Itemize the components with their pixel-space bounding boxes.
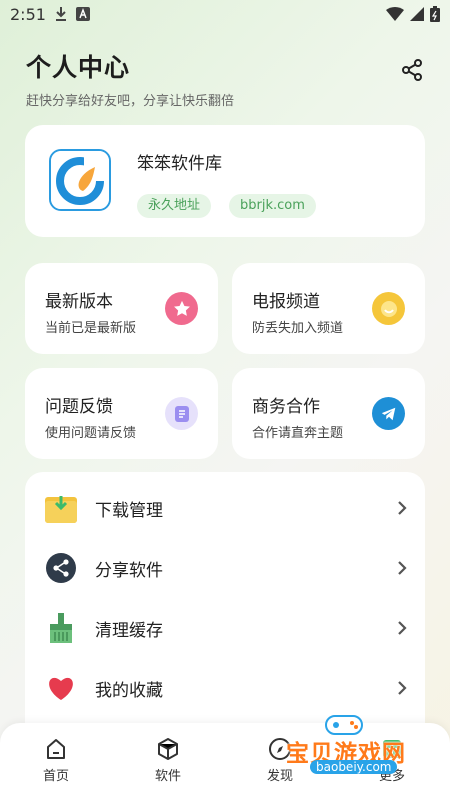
tile-subtitle: 使用问题请反馈	[45, 426, 137, 441]
app-logo	[49, 149, 111, 211]
broom-icon	[45, 612, 77, 644]
watermark: 宝贝游戏网 baobeiy.com	[280, 712, 420, 800]
tile-title: 问题反馈	[45, 397, 113, 417]
tile-feedback[interactable]: 问题反馈 使用问题请反馈	[25, 368, 218, 459]
font-status-icon	[75, 7, 90, 21]
page-title: 个人中心	[26, 53, 131, 82]
watermark-url: baobeiy.com	[310, 760, 398, 774]
menu-item-label: 下载管理	[95, 500, 163, 521]
download-status-icon	[55, 7, 66, 21]
tab-software[interactable]: 软件	[138, 737, 198, 784]
signal-icon	[410, 7, 424, 21]
tile-title: 商务合作	[252, 397, 320, 417]
cube-icon	[158, 738, 178, 760]
battery-icon	[430, 6, 440, 22]
page-header: 个人中心 赶快分享给好友吧，分享让快乐翻倍	[26, 48, 234, 109]
chevron-right-icon	[398, 681, 407, 695]
gamepad-icon	[325, 715, 363, 735]
star-badge-icon	[165, 292, 198, 325]
menu-item-label: 清理缓存	[95, 620, 163, 641]
status-time: 2:51	[10, 4, 46, 24]
tab-label: 软件	[154, 769, 181, 784]
download-folder-icon	[45, 492, 77, 524]
tile-telegram-channel[interactable]: 电报频道 防丢失加入频道	[232, 263, 425, 354]
app-info-card[interactable]: 笨笨软件库 永久地址 bbrjk.com	[25, 125, 425, 237]
tile-title: 电报频道	[252, 292, 320, 312]
page-subtitle: 赶快分享给好友吧，分享让快乐翻倍	[26, 94, 235, 109]
telegram-icon	[372, 397, 405, 430]
chevron-right-icon	[398, 561, 407, 575]
share-icon[interactable]	[400, 58, 424, 82]
tab-label: 首页	[42, 769, 69, 784]
tag-domain: bbrjk.com	[229, 194, 316, 218]
home-icon	[47, 739, 65, 759]
tile-subtitle: 当前已是最新版	[45, 321, 137, 336]
chevron-right-icon	[398, 621, 407, 635]
menu-item-download[interactable]: 下载管理	[25, 478, 425, 538]
menu-item-favorites[interactable]: 我的收藏	[25, 658, 425, 718]
tile-title: 最新版本	[45, 292, 113, 312]
tile-business[interactable]: 商务合作 合作请直奔主题	[232, 368, 425, 459]
menu-item-clear-cache[interactable]: 清理缓存	[25, 598, 425, 658]
heart-icon	[45, 672, 77, 704]
wifi-icon	[386, 7, 404, 21]
tile-latest-version[interactable]: 最新版本 当前已是最新版	[25, 263, 218, 354]
menu-item-share[interactable]: 分享软件	[25, 538, 425, 598]
app-name: 笨笨软件库	[137, 154, 222, 174]
feedback-icon	[165, 397, 198, 430]
tab-home[interactable]: 首页	[26, 737, 86, 784]
tile-subtitle: 防丢失加入频道	[252, 321, 344, 336]
smile-badge-icon	[372, 292, 405, 325]
status-bar: 2:51	[0, 0, 450, 28]
tile-subtitle: 合作请直奔主题	[252, 426, 344, 441]
share-icon	[45, 552, 77, 584]
menu-item-label: 分享软件	[95, 560, 163, 581]
tag-permanent-address: 永久地址	[137, 194, 212, 218]
menu-item-label: 我的收藏	[95, 680, 163, 701]
chevron-right-icon	[398, 501, 407, 515]
menu-list: 下载管理 分享软件 清理缓存 我的收藏	[25, 472, 425, 752]
